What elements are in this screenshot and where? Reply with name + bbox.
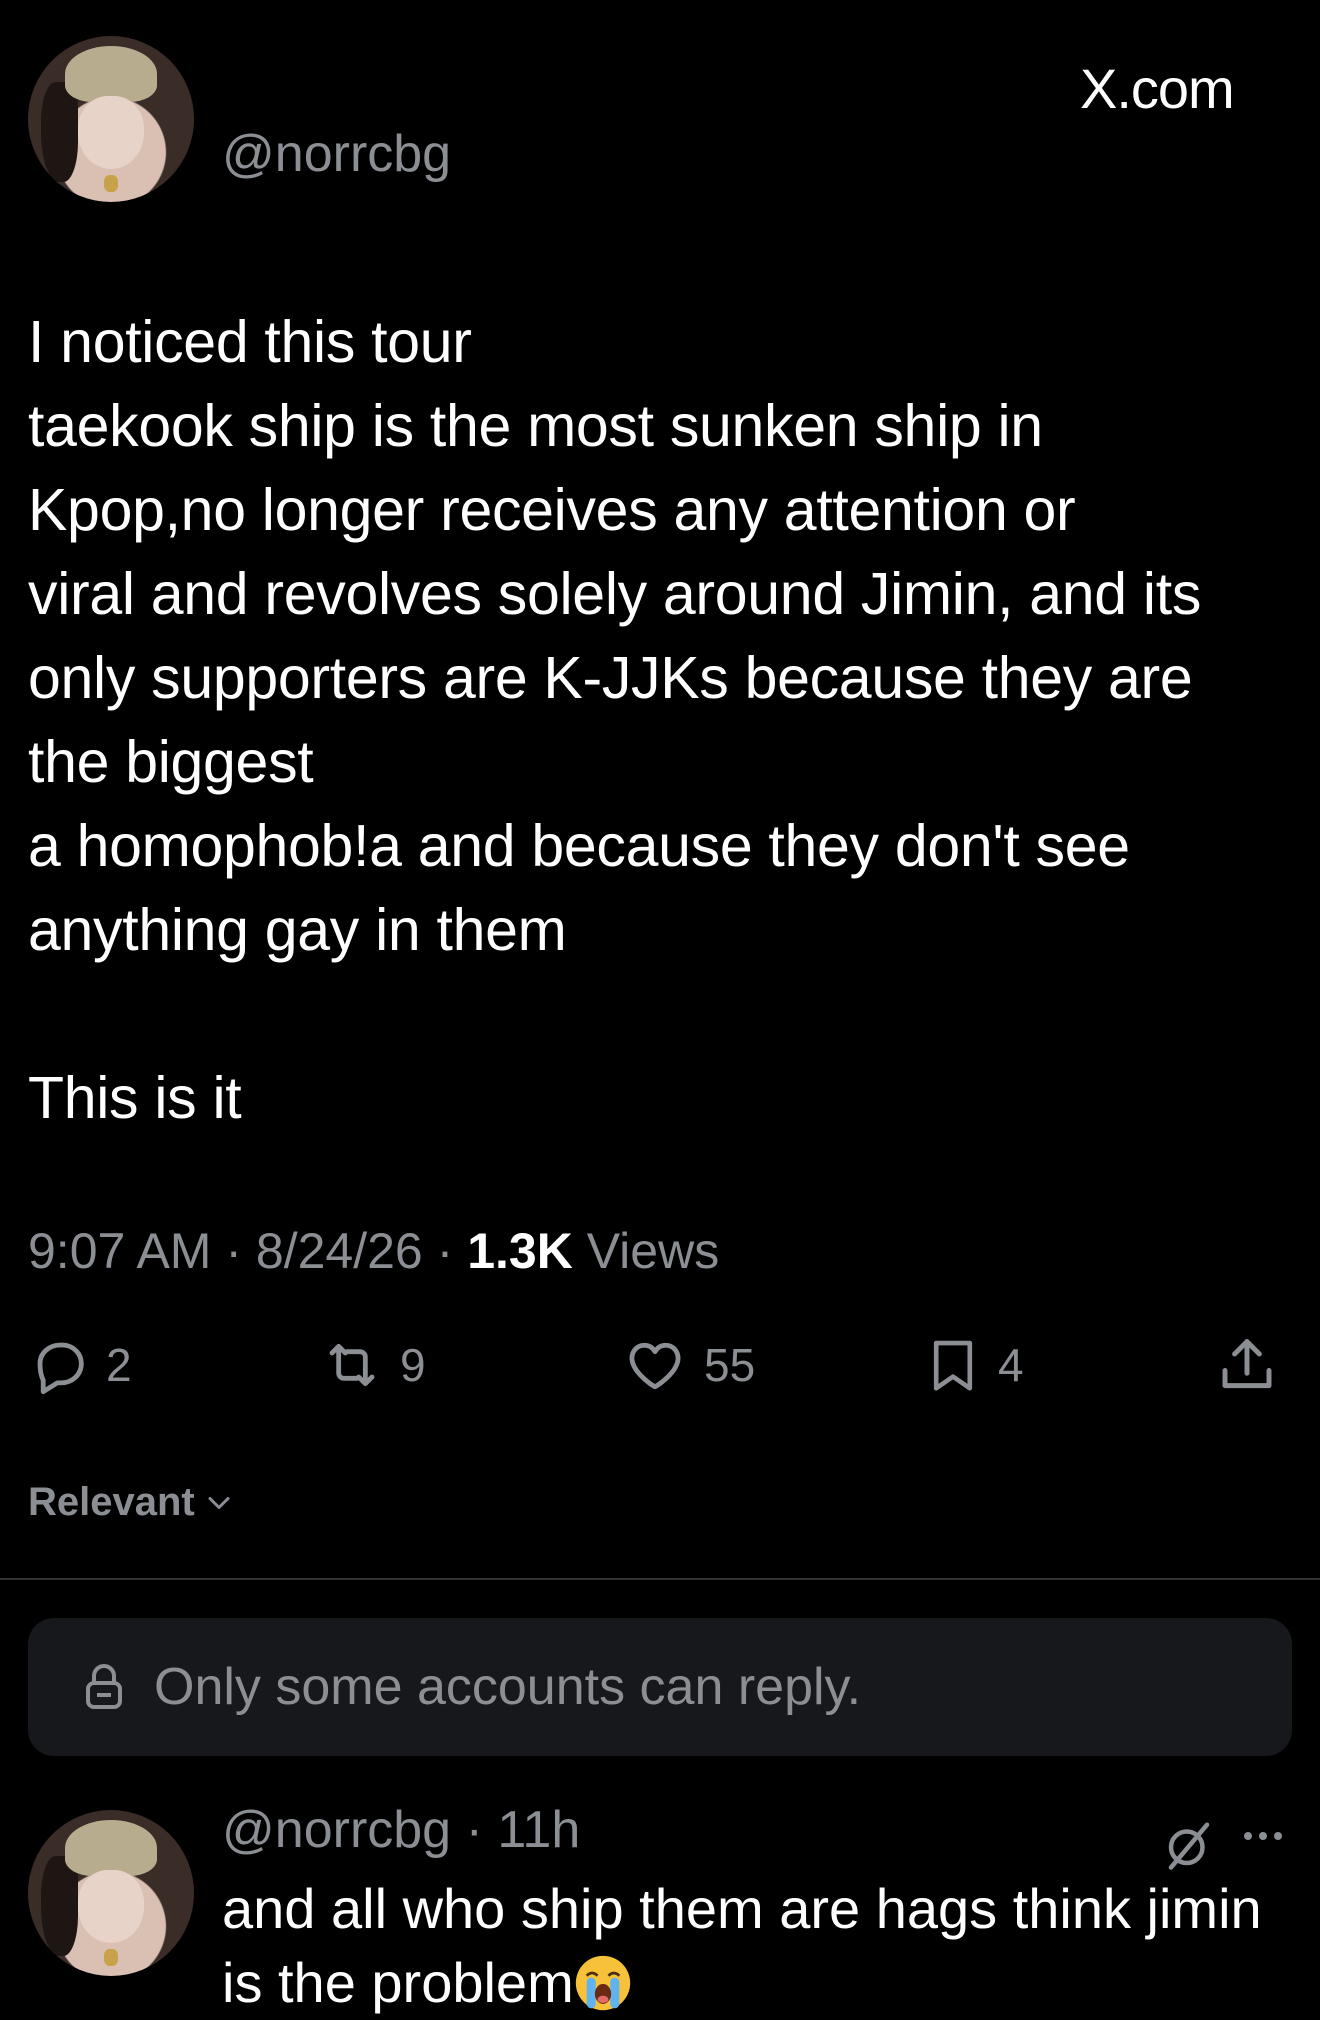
repost-button[interactable]: 9 (318, 1330, 426, 1400)
like-count: 55 (704, 1339, 756, 1391)
post-time[interactable]: 9:07 AM (28, 1223, 211, 1279)
reply-text: and all who ship them are hags think jim… (222, 1877, 1262, 2014)
chevron-down-icon (208, 1496, 230, 1509)
reply-header: @norrcbg · 11h (222, 1800, 580, 1860)
avatar-face (77, 95, 145, 169)
reply-button[interactable]: 2 (28, 1330, 132, 1400)
reply-icon (37, 1342, 84, 1395)
avatar-face (77, 1869, 145, 1943)
avatar-hair (41, 82, 78, 183)
share-button[interactable] (1214, 1330, 1280, 1400)
heart-icon (629, 1342, 681, 1390)
brand-watermark: X.com (1080, 57, 1235, 120)
reply-count: 2 (106, 1339, 132, 1391)
repost-icon (329, 1343, 375, 1387)
author-handle[interactable]: @norrcbg (222, 124, 451, 184)
author-avatar[interactable] (28, 36, 194, 202)
reply-handle[interactable]: @norrcbg (222, 1801, 451, 1859)
post-date[interactable]: 8/24/26 (256, 1223, 423, 1279)
meta-separator: · (436, 1223, 468, 1279)
reply-restriction-notice: Only some accounts can reply. (28, 1618, 1292, 1756)
post-meta: 9:07 AM · 8/24/26 · 1.3K Views (28, 1222, 719, 1280)
bookmark-button[interactable]: 4 (922, 1330, 1024, 1400)
sort-label: Relevant (28, 1480, 195, 1524)
lock-icon (86, 1664, 122, 1709)
reply-age[interactable]: 11h (497, 1801, 580, 1859)
meta-separator: · (225, 1223, 256, 1279)
reply-restriction-text: Only some accounts can reply. (154, 1658, 862, 1716)
avatar-pendant (104, 175, 118, 193)
avatar-hair (41, 1856, 78, 1957)
more-options-icon[interactable] (1240, 1826, 1286, 1846)
loudly-crying-face-emoji-icon (575, 1955, 630, 2011)
share-icon (1222, 1339, 1272, 1389)
section-divider (0, 1578, 1320, 1580)
reply-author-avatar[interactable] (28, 1810, 194, 1976)
reply-separator: · (465, 1801, 483, 1859)
avatar-cap (64, 45, 158, 103)
avatar-cap (64, 1819, 158, 1877)
post-text: I noticed this tour taekook ship is the … (28, 309, 1202, 1131)
like-button[interactable]: 55 (620, 1330, 755, 1400)
views-label: Views (586, 1223, 720, 1279)
sort-dropdown[interactable]: Relevant (28, 1480, 237, 1525)
avatar-pendant (104, 1949, 118, 1967)
grok-icon[interactable] (1162, 1818, 1216, 1872)
bookmark-icon (933, 1340, 973, 1391)
repost-count: 9 (400, 1339, 426, 1391)
views-count: 1.3K (467, 1223, 573, 1279)
reply-body: and all who ship them are hags think jim… (222, 1872, 1292, 2020)
bookmark-count: 4 (998, 1339, 1024, 1391)
